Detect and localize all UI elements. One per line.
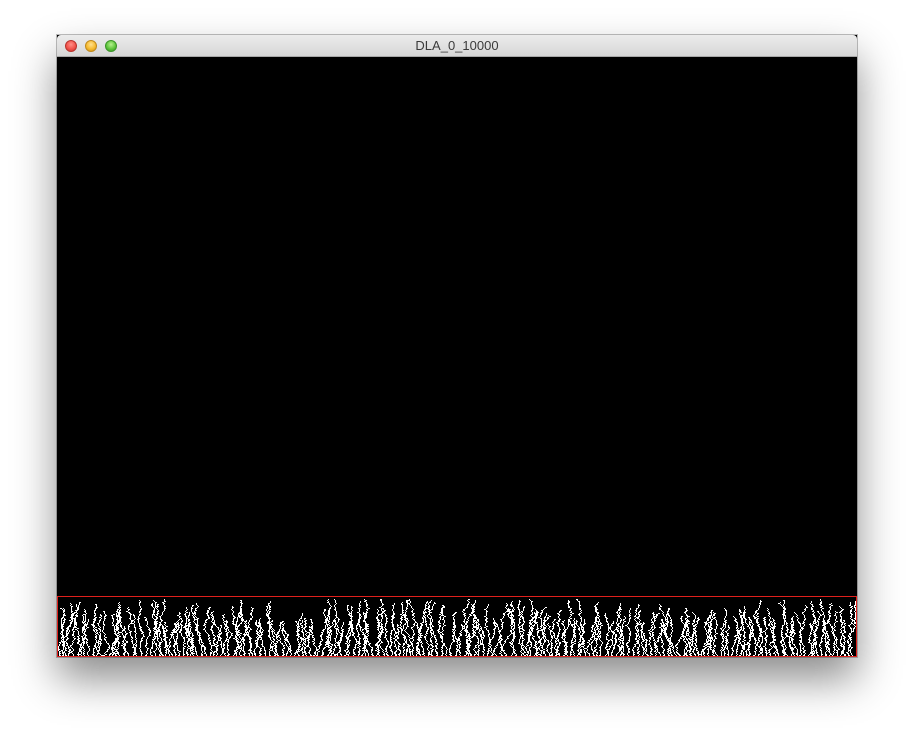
dla-particles [58,599,857,656]
dla-aggregate [57,596,857,657]
window-title: DLA_0_10000 [415,38,499,53]
simulation-canvas[interactable] [57,57,857,657]
title-bar[interactable]: DLA_0_10000 [57,35,857,57]
app-window: DLA_0_10000 [57,35,857,657]
dla-cluster-pixels [58,599,857,656]
